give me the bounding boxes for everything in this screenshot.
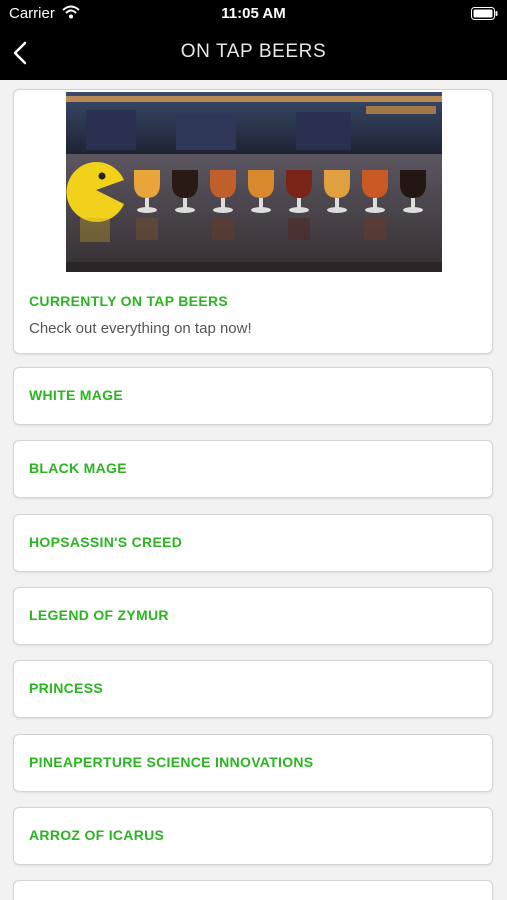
- beer-name: ARROZ OF ICARUS: [29, 827, 165, 843]
- beer-name: WHITE MAGE: [29, 387, 123, 403]
- beer-item[interactable]: BLACK MAGE: [13, 440, 493, 498]
- on-tap-title: CURRENTLY ON TAP BEERS: [29, 293, 229, 309]
- on-tap-subtitle: Check out everything on tap now!: [29, 320, 252, 337]
- beer-item[interactable]: PRINCESS: [13, 660, 493, 718]
- beer-name: BLACK MAGE: [29, 460, 127, 476]
- status-bar: Carrier 11:05 AM: [0, 0, 507, 28]
- beer-item[interactable]: PINEAPERTURE SCIENCE INNOVATIONS: [13, 734, 493, 792]
- beer-item[interactable]: [13, 880, 493, 900]
- beer-name: HOPSASSIN'S CREED: [29, 534, 183, 550]
- beer-item[interactable]: ARROZ OF ICARUS: [13, 807, 493, 865]
- beer-flight-image: [66, 92, 442, 272]
- beer-item[interactable]: HOPSASSIN'S CREED: [13, 514, 493, 572]
- battery-icon: [471, 7, 498, 24]
- nav-bar: ON TAP BEERS: [0, 28, 507, 80]
- page-title: ON TAP BEERS: [180, 41, 327, 62]
- beer-name: PINEAPERTURE SCIENCE INNOVATIONS: [29, 754, 314, 770]
- on-tap-header-card[interactable]: CURRENTLY ON TAP BEERS Check out everyth…: [13, 89, 493, 354]
- beer-item[interactable]: LEGEND OF ZYMUR: [13, 587, 493, 645]
- clock: 11:05 AM: [221, 5, 286, 22]
- beer-item[interactable]: WHITE MAGE: [13, 367, 493, 425]
- beer-list[interactable]: CURRENTLY ON TAP BEERS Check out everyth…: [0, 80, 507, 900]
- beer-name: PRINCESS: [29, 680, 103, 696]
- beer-name: LEGEND OF ZYMUR: [29, 607, 169, 623]
